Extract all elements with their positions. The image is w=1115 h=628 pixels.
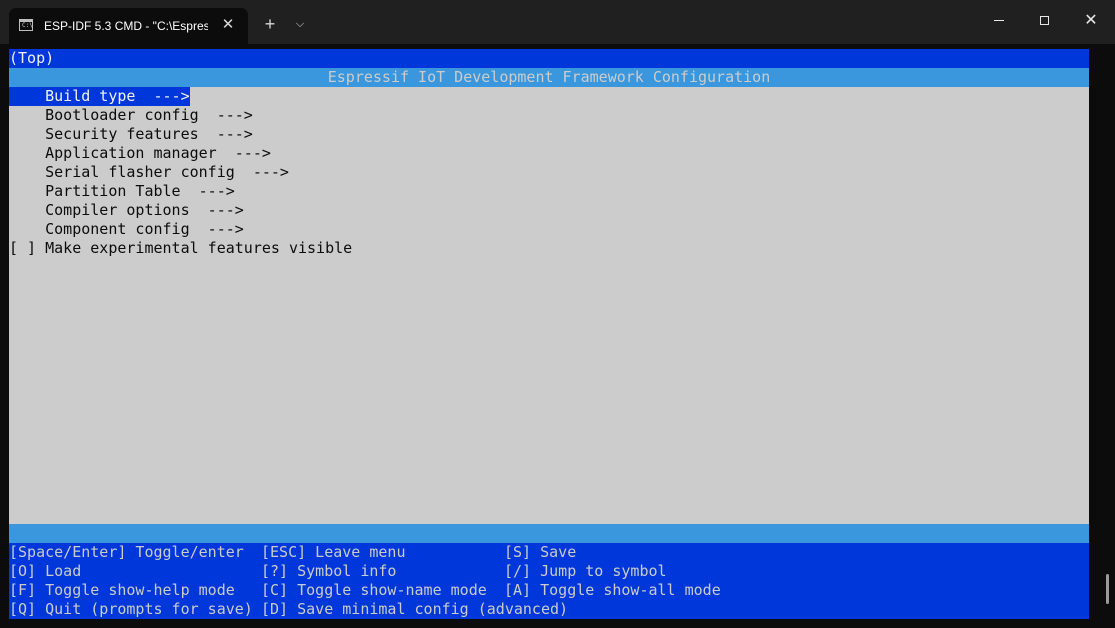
help-separator <box>9 524 1089 543</box>
menu-item-partition-table[interactable]: Partition Table ---> <box>9 182 235 201</box>
key-hint-save-minimal-config: [D] Save minimal config (advanced) <box>261 600 569 618</box>
key-help-panel: [Space/Enter] Toggle/enter [ESC] Leave m… <box>9 543 1089 619</box>
maximize-icon <box>1040 16 1049 25</box>
minimize-icon <box>994 20 1004 21</box>
key-hint-symbol-info: [?] Symbol info <box>261 562 397 580</box>
key-hint-leave-menu: [ESC] Leave menu <box>261 543 406 561</box>
maximize-button[interactable] <box>1031 8 1059 34</box>
menu-item-serial-flasher-config[interactable]: Serial flasher config ---> <box>9 163 289 182</box>
menu-list: Build type ---> Bootloader config ---> S… <box>9 87 1089 524</box>
key-hint-show-help-mode: [F] Toggle show-help mode <box>9 581 235 599</box>
menu-item-bootloader-config[interactable]: Bootloader config ---> <box>9 106 253 125</box>
terminal-icon: C:\ <box>19 19 33 31</box>
close-tab-icon[interactable]: ✕ <box>219 16 237 34</box>
menu-item-compiler-options[interactable]: Compiler options ---> <box>9 201 244 220</box>
key-hint-save: [S] Save <box>504 543 577 561</box>
key-hint-quit: [Q] Quit (prompts for save) <box>9 600 253 618</box>
menu-item-experimental-features-checkbox[interactable]: [ ] Make experimental features visible <box>9 239 352 258</box>
key-hint-load: [O] Load <box>9 562 82 580</box>
minimize-button[interactable] <box>985 8 1013 34</box>
key-hint-show-all-mode: [A] Toggle show-all mode <box>504 581 721 599</box>
terminal-viewport[interactable]: (Top) Espressif IoT Development Framewor… <box>9 49 1089 619</box>
key-hint-jump-to-symbol: [/] Jump to symbol <box>504 562 667 580</box>
menu-item-component-config[interactable]: Component config ---> <box>9 220 244 239</box>
menu-item-build-type[interactable]: Build type ---> <box>9 87 190 106</box>
key-hint-show-name-mode: [C] Toggle show-name mode <box>261 581 487 599</box>
menu-item-security-features[interactable]: Security features ---> <box>9 125 253 144</box>
tab-dropdown-chevron-down-icon[interactable]: ⌵ <box>291 15 309 33</box>
close-window-button[interactable]: ✕ <box>1077 8 1105 34</box>
menu-item-application-manager[interactable]: Application manager ---> <box>9 144 271 163</box>
tab-title: ESP-IDF 5.3 CMD - "C:\Espres <box>44 19 208 33</box>
new-tab-button[interactable]: + <box>260 14 280 34</box>
menuconfig-banner: Espressif IoT Development Framework Conf… <box>9 68 1089 87</box>
title-bar: C:\ ESP-IDF 5.3 CMD - "C:\Espres ✕ + ⌵ ✕ <box>0 0 1115 44</box>
terminal-tab[interactable]: C:\ ESP-IDF 5.3 CMD - "C:\Espres ✕ <box>9 8 248 44</box>
terminal-scrollbar[interactable] <box>1106 574 1109 604</box>
breadcrumb: (Top) <box>9 49 1089 68</box>
key-hint-toggle-enter: [Space/Enter] Toggle/enter <box>9 543 244 561</box>
